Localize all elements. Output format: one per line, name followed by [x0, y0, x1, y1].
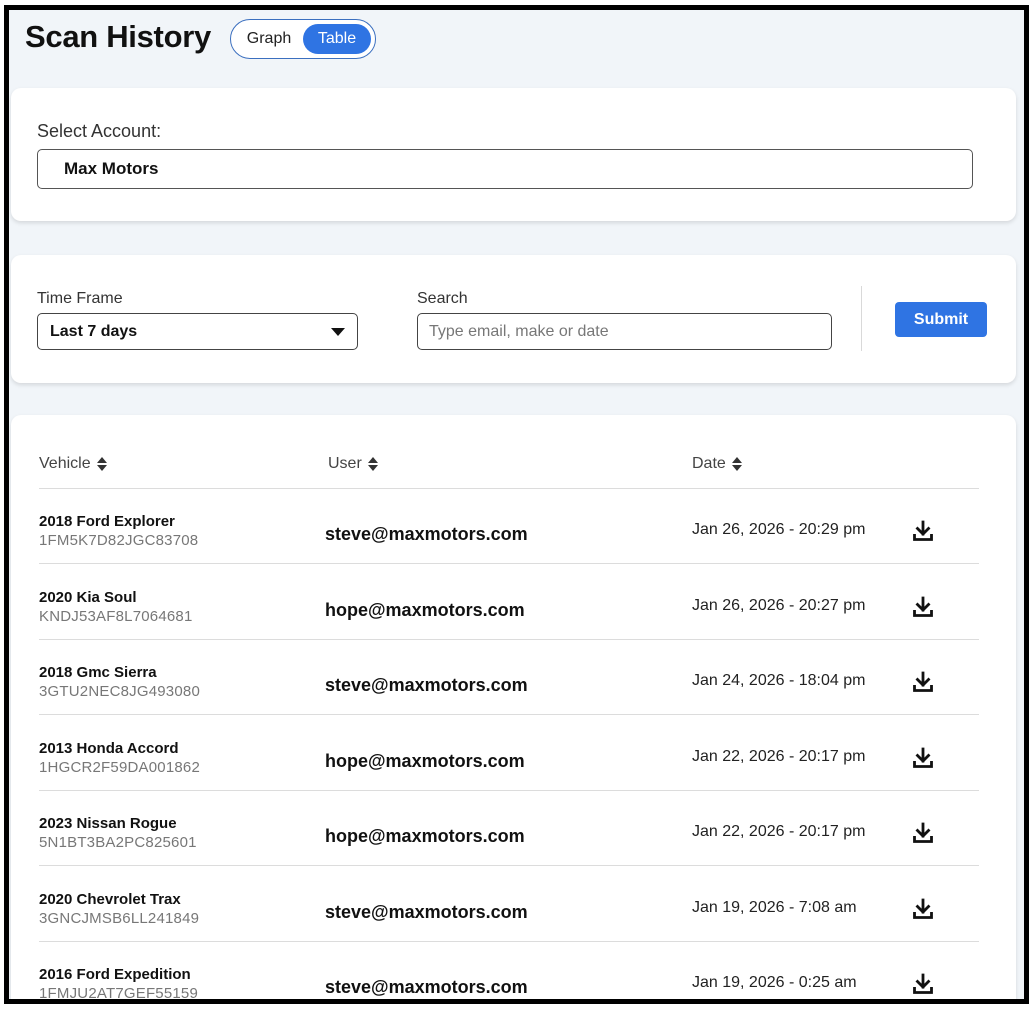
scan-date: Jan 19, 2026 - 0:25 am [692, 974, 857, 991]
vehicle-vin: 5N1BT3BA2PC825601 [39, 834, 197, 851]
scan-date: Jan 26, 2026 - 20:27 pm [692, 596, 866, 614]
download-icon[interactable] [911, 519, 935, 543]
graph-view-button[interactable]: Graph [235, 24, 303, 54]
scan-date: Jan 19, 2026 - 7:08 am [692, 898, 857, 916]
table-row: 2020 Kia Soul KNDJ53AF8L7064681 hope@max… [11, 565, 1016, 640]
column-header-user[interactable]: User [328, 455, 378, 473]
vehicle-name: 2016 Ford Expedition [39, 966, 191, 983]
vehicle-vin: 3GNCJMSB6LL241849 [39, 909, 200, 927]
vehicle-vin: KNDJ53AF8L7064681 [39, 607, 193, 625]
sort-icon [367, 457, 378, 471]
account-card: Select Account: Max Motors [11, 88, 1016, 221]
download-icon[interactable] [911, 897, 935, 921]
vehicle-vin: 1HGCR2F59DA001862 [39, 758, 200, 776]
time-frame-value: Last 7 days [50, 322, 138, 340]
vehicle-name: 2023 Nissan Rogue [39, 815, 177, 832]
filter-card: Time Frame Last 7 days Search Submit [11, 255, 1016, 383]
table-row: 2018 Gmc Sierra 3GTU2NEC8JG493080 steve@… [11, 640, 1016, 715]
column-header-label: Date [692, 455, 726, 472]
vehicle-name: 2020 Chevrolet Trax [39, 890, 181, 908]
filter-divider [861, 286, 862, 351]
download-icon[interactable] [911, 821, 935, 845]
account-field[interactable]: Max Motors [37, 149, 973, 189]
user-email: steve@maxmotors.com [325, 675, 528, 695]
scan-table: Vehicle User Date 2018 Ford Explorer 1FM… [11, 415, 1016, 1002]
search-label: Search [417, 290, 468, 307]
vehicle-vin: 1FM5K7D82JGC83708 [39, 532, 199, 549]
page-title: Scan History [25, 19, 211, 54]
app-window: Scan History Graph Table Select Account:… [4, 5, 1029, 1004]
chevron-down-icon [331, 327, 345, 336]
column-header-label: User [328, 455, 362, 472]
vehicle-name: 2018 Gmc Sierra [39, 664, 157, 681]
vehicle-name: 2018 Ford Explorer [39, 513, 175, 530]
column-header-date[interactable]: Date [692, 455, 742, 473]
scan-date: Jan 24, 2026 - 18:04 pm [692, 672, 866, 689]
search-input[interactable] [417, 313, 832, 350]
download-icon[interactable] [911, 595, 935, 619]
scan-date: Jan 26, 2026 - 20:29 pm [692, 521, 866, 538]
user-email: hope@maxmotors.com [325, 750, 525, 771]
table-row: 2013 Honda Accord 1HGCR2F59DA001862 hope… [11, 716, 1016, 791]
scan-date: Jan 22, 2026 - 20:17 pm [692, 823, 866, 840]
table-view-button[interactable]: Table [303, 24, 371, 54]
user-email: steve@maxmotors.com [325, 524, 528, 544]
scan-date: Jan 22, 2026 - 20:17 pm [692, 747, 866, 765]
download-icon[interactable] [911, 670, 935, 694]
table-row: 2023 Nissan Rogue 5N1BT3BA2PC825601 hope… [11, 791, 1016, 866]
download-icon[interactable] [911, 972, 935, 996]
view-toggle: Graph Table [230, 19, 376, 59]
time-frame-select[interactable]: Last 7 days [37, 313, 358, 350]
vehicle-name: 2013 Honda Accord [39, 739, 179, 757]
user-email: hope@maxmotors.com [325, 599, 525, 620]
submit-button[interactable]: Submit [895, 302, 987, 337]
sort-icon [731, 457, 742, 471]
download-icon[interactable] [911, 746, 935, 770]
time-frame-label: Time Frame [37, 290, 123, 307]
sort-icon [96, 457, 107, 471]
vehicle-vin: 1FMJU2AT7GEF55159 [39, 985, 199, 1002]
table-row: 2018 Ford Explorer 1FM5K7D82JGC83708 ste… [11, 489, 1016, 564]
user-email: steve@maxmotors.com [325, 901, 528, 922]
column-header-vehicle[interactable]: Vehicle [39, 455, 107, 473]
column-header-label: Vehicle [39, 455, 91, 472]
account-label: Select Account: [37, 121, 162, 141]
user-email: steve@maxmotors.com [325, 977, 528, 997]
table-row: 2016 Ford Expedition 1FMJU2AT7GEF55159 s… [11, 942, 1016, 1002]
user-email: hope@maxmotors.com [325, 826, 525, 846]
table-row: 2020 Chevrolet Trax 3GNCJMSB6LL241849 st… [11, 867, 1016, 942]
vehicle-vin: 3GTU2NEC8JG493080 [39, 683, 200, 700]
vehicle-name: 2020 Kia Soul [39, 588, 137, 606]
